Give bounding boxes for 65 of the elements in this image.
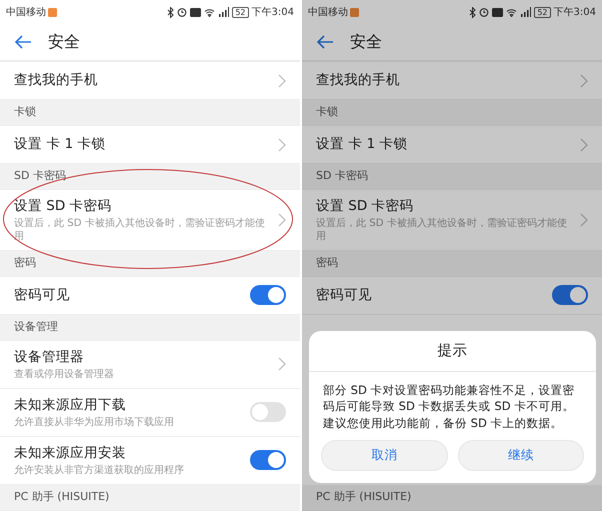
back-button[interactable] bbox=[14, 35, 32, 49]
section-header: 设备管理 bbox=[14, 319, 58, 335]
chevron-icon bbox=[278, 212, 286, 227]
section-header: SD 卡密码 bbox=[14, 168, 66, 184]
dialog-button[interactable]: 继续 bbox=[458, 440, 584, 471]
hd-icon bbox=[190, 8, 202, 16]
setting-title: 查找我的手机 bbox=[316, 71, 401, 90]
chevron-icon bbox=[580, 74, 588, 88]
section-header: PC 助手 (HISUITE) bbox=[14, 489, 110, 505]
settings-row[interactable]: 设备管理器 查看或停用设备管理器 bbox=[0, 340, 300, 389]
page-title: 安全 bbox=[48, 31, 80, 53]
chevron-icon bbox=[278, 138, 286, 152]
bluetooth-icon bbox=[469, 6, 476, 18]
notification-icon bbox=[48, 8, 57, 16]
setting-description: 设置后，此 SD 卡被插入其他设备时，需验证密码才能使用 bbox=[14, 218, 266, 244]
setting-title: 密码可见 bbox=[316, 286, 373, 306]
signal-icon bbox=[218, 7, 230, 17]
setting-title: 设备管理器 bbox=[14, 348, 85, 367]
wifi-icon bbox=[506, 8, 518, 16]
chevron-icon bbox=[580, 138, 588, 152]
clock-time: 下午3:04 bbox=[554, 6, 596, 20]
alarm-icon bbox=[479, 7, 490, 17]
toggle-switch[interactable] bbox=[552, 285, 588, 306]
section-header: 密码 bbox=[316, 255, 338, 271]
notification-icon bbox=[350, 8, 359, 16]
carrier-name: 中国移动 bbox=[308, 6, 348, 20]
hd-icon bbox=[492, 8, 504, 16]
setting-title: 未知来源应用下载 bbox=[14, 396, 127, 415]
battery-level: 52 bbox=[232, 6, 249, 18]
setting-title: 设置 SD 卡密码 bbox=[14, 197, 113, 216]
battery-level: 52 bbox=[534, 6, 551, 18]
wifi-icon bbox=[204, 8, 216, 16]
settings-row[interactable]: 未知来源应用下载 允许直接从非华为应用市场下载应用 bbox=[0, 388, 300, 437]
section-header: SD 卡密码 bbox=[316, 168, 368, 184]
section-header: 卡锁 bbox=[14, 104, 36, 120]
settings-row[interactable]: 密码可见 bbox=[302, 276, 602, 315]
setting-description: 允许安装从非官方渠道获取的应用程序 bbox=[14, 465, 185, 478]
section-header: 卡锁 bbox=[316, 104, 338, 120]
dialog-title: 提示 bbox=[309, 330, 596, 372]
section-header: PC 助手 (HISUITE) bbox=[316, 489, 412, 506]
setting-description: 允许直接从非华为应用市场下载应用 bbox=[14, 417, 175, 430]
alarm-icon bbox=[177, 7, 188, 17]
setting-description: 查看或停用设备管理器 bbox=[14, 369, 115, 382]
bluetooth-icon bbox=[167, 6, 174, 18]
toggle-switch[interactable] bbox=[250, 285, 286, 306]
dialog-message: 部分 SD 卡对设置密码功能兼容性不足，设置密码后可能导致 SD 卡数据丢失或 SD 卡不可用。建议您使用此功能前，备份 SD 卡上的数据。 bbox=[322, 382, 576, 432]
signal-icon bbox=[520, 7, 532, 17]
toggle-switch[interactable] bbox=[250, 450, 286, 470]
setting-description: 设置后，此 SD 卡被插入其他设备时，需验证密码才能使用 bbox=[316, 218, 568, 244]
setting-title: 密码可见 bbox=[14, 286, 71, 306]
clock-time: 下午3:04 bbox=[252, 6, 294, 20]
chevron-icon bbox=[580, 212, 588, 227]
setting-title: 设置 卡 1 卡锁 bbox=[316, 135, 408, 154]
chevron-icon bbox=[278, 357, 286, 372]
setting-title: 设置 SD 卡密码 bbox=[316, 197, 415, 216]
carrier-name: 中国移动 bbox=[6, 6, 46, 20]
setting-title: 查找我的手机 bbox=[14, 71, 99, 90]
toggle-switch[interactable] bbox=[250, 402, 286, 422]
section-header: 密码 bbox=[14, 255, 36, 271]
dialog-button[interactable]: 取消 bbox=[321, 440, 448, 471]
setting-title: 设置 卡 1 卡锁 bbox=[14, 135, 106, 154]
setting-title: 未知来源应用安装 bbox=[14, 444, 127, 463]
chevron-icon bbox=[278, 74, 286, 88]
page-title: 安全 bbox=[350, 31, 382, 53]
back-button[interactable] bbox=[316, 35, 334, 49]
